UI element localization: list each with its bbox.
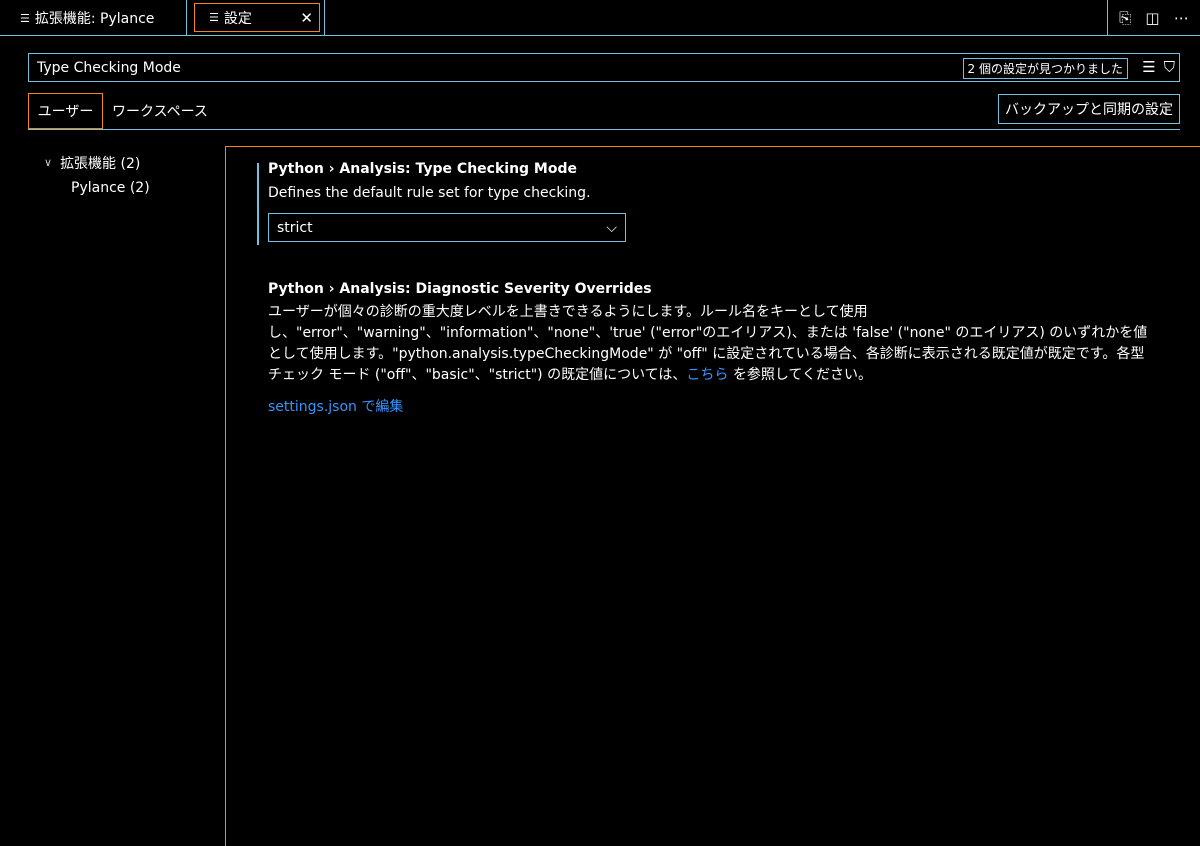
setting-focus-indicator: [257, 163, 259, 245]
tab-workspace[interactable]: ワークスペース: [112, 93, 208, 129]
setting-title: Python › Analysis: Type Checking Mode: [268, 161, 577, 177]
description-line: ユーザーが個々の診断の重大度レベルを上書きできるようにします。ルール名をキーとし…: [268, 304, 868, 320]
description-text: を参照してください。: [728, 367, 873, 383]
more-actions-icon[interactable]: ⋯: [1174, 9, 1189, 27]
tab-settings[interactable]: ☰ 設定 ✕: [194, 3, 320, 32]
select-value: strict: [277, 219, 313, 236]
setting-title: Python › Analysis: Diagnostic Severity O…: [268, 281, 652, 297]
chevron-down-icon: ⌵: [606, 219, 617, 236]
description-line: チェック モード ("off"、"basic"、"strict") の既定値につ…: [268, 365, 1168, 386]
settings-list-panel: [225, 146, 1200, 846]
close-icon[interactable]: ✕: [300, 9, 313, 27]
settings-search-box: 2 個の設定が見つかりました ☰ ⛉: [28, 53, 1180, 82]
setting-description: Defines the default rule set for type ch…: [268, 185, 591, 201]
settings-search-input[interactable]: [37, 59, 937, 76]
tab-pylance-extension[interactable]: ☰ 拡張機能: Pylance: [0, 0, 187, 36]
clear-filter-icon[interactable]: ☰: [1142, 58, 1155, 76]
split-editor-icon[interactable]: ◫: [1145, 9, 1159, 27]
settings-toc: ∨ 拡張機能 (2) Pylance (2): [44, 150, 150, 200]
chevron-down-icon: ∨: [44, 156, 53, 169]
result-count-badge: 2 個の設定が見つかりました: [962, 58, 1128, 79]
settings-scope-bar: ユーザー ワークスペース バックアップと同期の設定: [28, 93, 1180, 130]
setting-description: ユーザーが個々の診断の重大度レベルを上書きできるようにします。ルール名をキーとし…: [268, 302, 1168, 386]
backup-sync-settings-button[interactable]: バックアップと同期の設定: [998, 94, 1180, 124]
editor-actions: ⎘ ◫ ⋯: [1107, 0, 1200, 36]
description-line: として使用します。"python.analysis.typeCheckingMo…: [268, 346, 1145, 362]
editor-tab-bar: ☰ 拡張機能: Pylance ☰ 設定 ✕ ⎘ ◫ ⋯: [0, 0, 1200, 36]
toc-group-extensions[interactable]: ∨ 拡張機能 (2): [44, 150, 150, 175]
description-text: チェック モード ("off"、"basic"、"strict") の既定値につ…: [268, 367, 687, 383]
settings-file-icon: ☰: [209, 11, 219, 24]
defaults-link[interactable]: こちら: [686, 367, 728, 383]
setting-type-checking-mode: Python › Analysis: Type Checking Mode De…: [268, 161, 1168, 242]
open-settings-json-icon[interactable]: ⎘: [1119, 9, 1131, 27]
toc-item-pylance[interactable]: Pylance (2): [44, 175, 150, 200]
setting-diagnostic-severity-overrides: Python › Analysis: Diagnostic Severity O…: [268, 281, 1168, 416]
filter-icon[interactable]: ⛉: [1164, 58, 1175, 76]
preview-icon: ☰: [20, 11, 30, 25]
description-line: し、"error"、"warning"、"information"、"none"…: [268, 325, 1148, 341]
edit-in-settings-json-link[interactable]: settings.json で編集: [268, 396, 1168, 416]
toc-group-label: 拡張機能 (2): [60, 155, 141, 172]
tab-label: 拡張機能: Pylance: [34, 11, 155, 27]
tab-user[interactable]: ユーザー: [28, 93, 103, 129]
tab-label: 設定: [223, 10, 252, 27]
type-checking-mode-select[interactable]: strict ⌵: [268, 213, 626, 242]
